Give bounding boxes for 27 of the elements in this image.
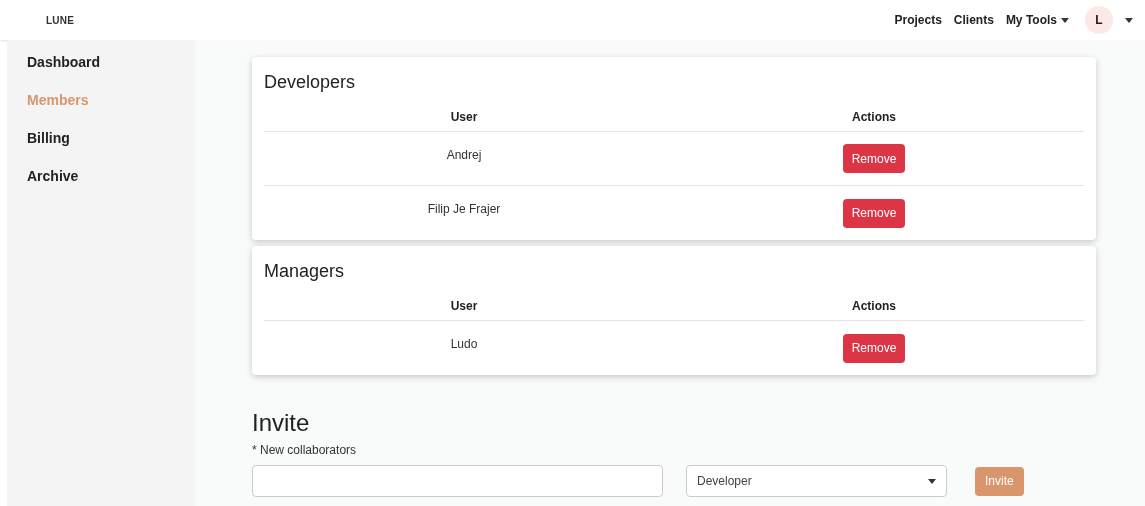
user-name: Filip Je Frajer — [426, 201, 502, 218]
column-header: Actions — [851, 297, 897, 315]
nav-link[interactable]: Projects — [894, 11, 942, 29]
column-header: Actions — [851, 108, 897, 126]
nav-link[interactable]: My Tools — [1005, 11, 1069, 29]
user-name: Ludo — [449, 336, 479, 353]
role-select[interactable]: Developer — [686, 465, 947, 497]
sidebar-item[interactable]: Archive — [27, 166, 195, 187]
caret-icon — [1061, 17, 1069, 23]
field-label: * New collaborators — [252, 442, 358, 459]
sidebar-item[interactable]: Billing — [27, 128, 195, 149]
remove-button[interactable]: Remove — [842, 333, 906, 363]
nav-link[interactable]: Clients — [953, 11, 994, 29]
remove-button[interactable]: Remove — [842, 144, 906, 173]
brand-logo[interactable]: LUNE — [46, 12, 75, 28]
avatar[interactable]: L — [1085, 6, 1113, 34]
remove-button[interactable]: Remove — [842, 198, 906, 228]
sidebar-item[interactable]: Dashboard — [27, 52, 195, 73]
user-name: Andrej — [445, 146, 483, 164]
caret-icon — [1125, 17, 1133, 23]
card-title: Managers — [264, 260, 346, 283]
column-header: User — [449, 108, 479, 126]
invite-title: Invite — [252, 409, 311, 437]
collaborators-input[interactable] — [252, 465, 663, 497]
caret-icon — [928, 478, 936, 484]
card-title: Developers — [264, 71, 357, 94]
column-header: User — [449, 297, 479, 315]
